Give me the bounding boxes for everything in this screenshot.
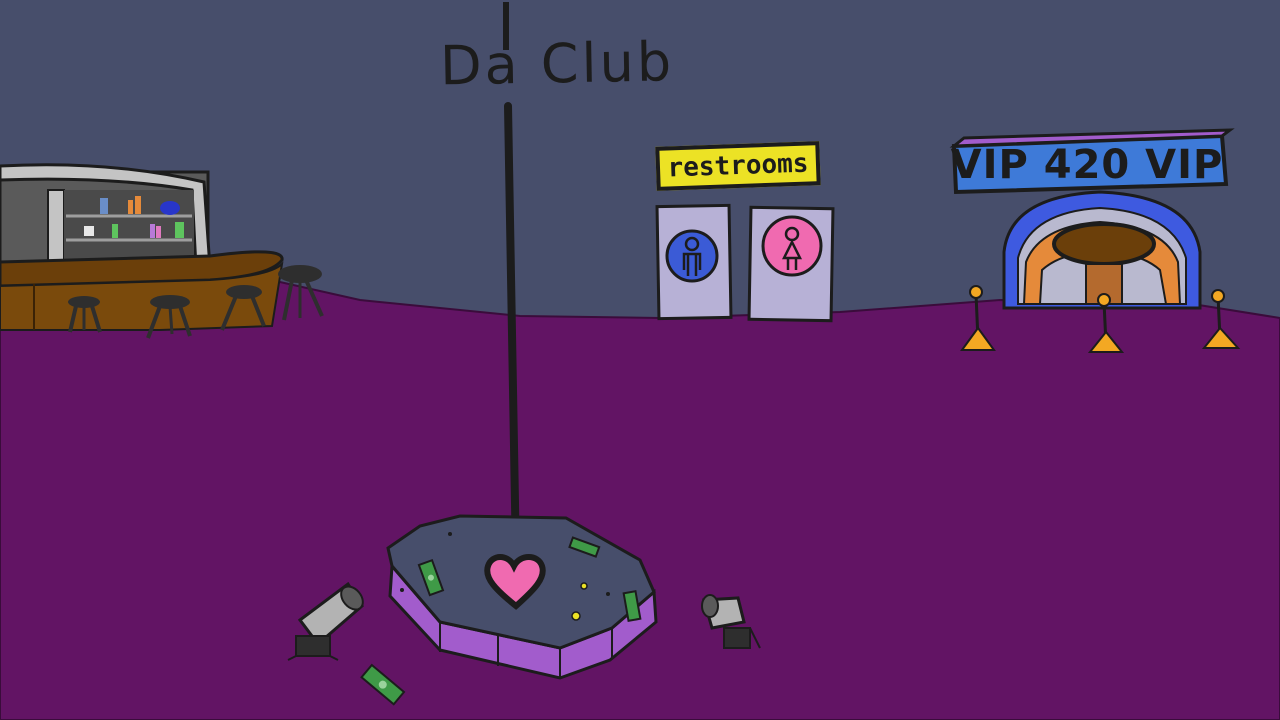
womens-restroom-icon bbox=[761, 215, 823, 277]
vip-table[interactable] bbox=[1052, 222, 1156, 266]
coin[interactable] bbox=[571, 611, 581, 621]
bar-pillar-left bbox=[47, 189, 65, 271]
womens-restroom-door[interactable] bbox=[747, 205, 835, 323]
bottle[interactable] bbox=[100, 198, 108, 214]
bottle[interactable] bbox=[112, 224, 118, 238]
coin[interactable] bbox=[580, 582, 588, 590]
club-title: Da Club bbox=[439, 30, 675, 98]
vip-sign: VIP 420 VIP bbox=[950, 142, 1224, 188]
bottle[interactable] bbox=[156, 226, 161, 238]
cup[interactable] bbox=[84, 226, 94, 236]
bottle[interactable] bbox=[128, 200, 133, 214]
bottle[interactable] bbox=[175, 222, 184, 238]
floor bbox=[0, 280, 1280, 720]
mens-restroom-door[interactable] bbox=[655, 203, 733, 321]
bottle[interactable] bbox=[135, 196, 141, 214]
bottle[interactable] bbox=[150, 224, 155, 238]
bottle[interactable] bbox=[160, 201, 180, 215]
restroom-sign: restrooms bbox=[655, 141, 821, 191]
club-scene bbox=[0, 0, 1280, 720]
